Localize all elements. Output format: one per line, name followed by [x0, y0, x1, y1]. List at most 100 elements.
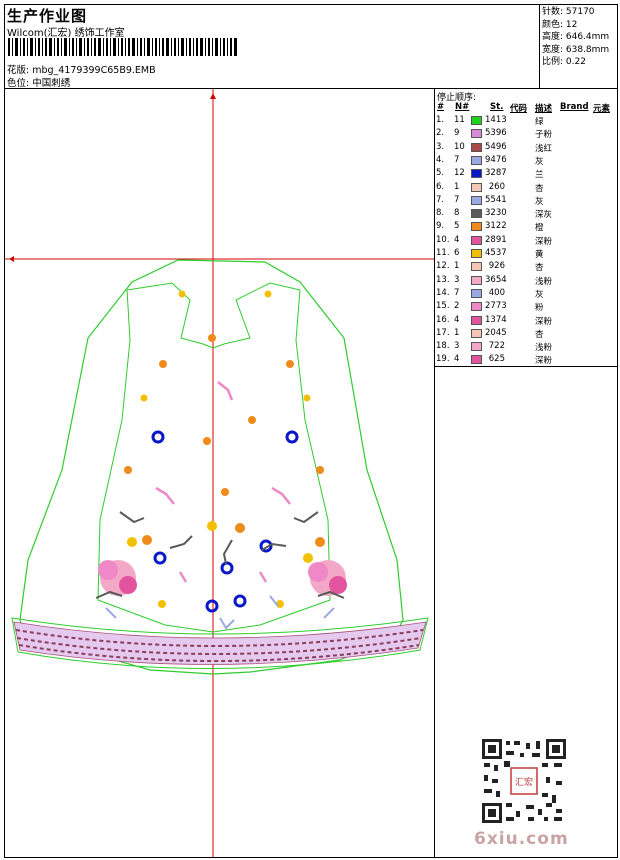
color-swatch: [471, 275, 482, 285]
row-code: 2891: [485, 234, 507, 245]
col-seq: #: [437, 102, 445, 112]
row-needle: 2: [454, 301, 460, 312]
color-swatch: [471, 355, 482, 365]
row-needle: 1: [454, 261, 460, 272]
row-seq: 2.: [436, 128, 445, 139]
row-code: 3230: [485, 208, 507, 219]
color-swatch: [471, 302, 482, 312]
row-needle: 7: [454, 154, 460, 165]
row-seq: 16.: [436, 314, 450, 325]
col-st: St.: [490, 102, 504, 112]
col-code: 代码: [510, 104, 528, 114]
qr-badge-text: 汇宏: [515, 776, 533, 788]
stats-panel: 针数: 57170 颜色: 12 高度: 646.4mm 宽度: 638.8mm…: [542, 6, 609, 69]
studio-name: Wilcom(汇宏) 绣饰工作室: [7, 28, 125, 39]
row-seq: 11.: [436, 248, 450, 258]
col-brand: Brand: [560, 102, 589, 112]
row-needle: 1: [454, 181, 460, 192]
row-desc: 深灰: [535, 210, 553, 221]
row-needle: 7: [454, 287, 460, 298]
row-desc: 深粉: [535, 316, 553, 327]
row-needle: 7: [454, 194, 460, 205]
legend-row: 7. 7 5541 灰: [436, 195, 616, 208]
row-desc: 杏: [535, 263, 544, 274]
row-seq: 8.: [436, 208, 445, 219]
large-pink-flower-right: [308, 560, 347, 596]
row-code: 2773: [485, 301, 507, 312]
row-seq: 12.: [436, 261, 450, 272]
legend-row: 15. 2 2773 粉: [436, 301, 616, 314]
legend-row: 6. 1 260 杏: [436, 182, 616, 195]
row-seq: 5.: [436, 168, 445, 179]
row-seq: 13.: [436, 274, 450, 285]
color-swatch: [471, 182, 482, 192]
row-seq: 14.: [436, 287, 450, 298]
row-seq: 19.: [436, 354, 450, 365]
row-needle: 3: [454, 341, 460, 352]
row-needle: 4: [454, 314, 460, 325]
color-swatch: [471, 315, 482, 325]
row-needle: 5: [454, 221, 460, 232]
row-needle: 10: [454, 141, 465, 152]
site-watermark: 6xiu.com: [474, 829, 569, 849]
row-needle: 12: [454, 168, 465, 179]
legend-row: 8. 8 3230 深灰: [436, 208, 616, 221]
legend-row: 2. 9 5396 子粉: [436, 128, 616, 141]
row-desc: 子粉: [535, 130, 553, 141]
qr-code: 汇宏: [480, 737, 568, 825]
col-element: 元素: [593, 104, 611, 114]
row-needle: 6: [454, 248, 460, 258]
row-desc: 深粉: [535, 356, 553, 367]
color-swatch: [471, 142, 482, 152]
row-desc: 兰: [535, 170, 544, 181]
row-needle: 4: [454, 354, 460, 365]
legend-row: 12. 1 926 杏: [436, 261, 616, 274]
row-seq: 6.: [436, 181, 445, 192]
sheet-title: 生产作业图: [7, 7, 88, 25]
color-scheme-label: 色位: 中国刺绣: [7, 78, 71, 89]
design-preview: [5, 89, 434, 857]
color-swatch: [471, 129, 482, 139]
row-desc: 浅粉: [535, 276, 553, 287]
row-seq: 4.: [436, 154, 445, 165]
row-code: 1374: [485, 314, 507, 325]
row-desc: 绿: [535, 117, 544, 127]
row-desc: 灰: [535, 196, 544, 207]
sidebar-divider: [434, 88, 435, 858]
row-desc: 橙: [535, 223, 544, 234]
design-file-label: 花版: mbg_4179399C65B9.EMB: [7, 65, 156, 76]
stitch-count: 针数: 57170: [542, 7, 595, 17]
row-seq: 18.: [436, 341, 450, 352]
design-width: 宽度: 638.8mm: [542, 44, 610, 55]
row-needle: 4: [454, 234, 460, 245]
row-code: 5396: [485, 128, 507, 139]
row-seq: 3.: [436, 141, 445, 152]
row-code: 9476: [485, 154, 507, 165]
row-desc: 深粉: [535, 236, 553, 247]
row-seq: 9.: [436, 221, 445, 232]
row-code: 3287: [485, 168, 507, 179]
row-code: 625: [488, 354, 505, 365]
color-count: 颜色: 12: [542, 19, 578, 30]
row-code: 926: [488, 261, 505, 272]
row-code: 3122: [485, 221, 507, 232]
color-swatch: [471, 169, 482, 179]
legend-row: 5. 12 3287 兰: [436, 168, 616, 181]
legend-row: 13. 3 3654 浅粉: [436, 275, 616, 288]
legend-row: 14. 7 400 灰: [436, 288, 616, 301]
row-code: 260: [488, 181, 505, 192]
color-swatch: [471, 155, 482, 165]
legend-row: 10. 4 2891 深粉: [436, 235, 616, 248]
stats-divider: [539, 4, 540, 88]
row-desc: 粉: [535, 303, 544, 314]
color-swatch: [471, 342, 482, 352]
color-swatch: [471, 209, 482, 219]
row-seq: 10.: [436, 234, 450, 245]
design-scale: 比例: 0.22: [542, 57, 586, 68]
legend-row: 9. 5 3122 橙: [436, 221, 616, 234]
legend-row: 19. 4 625 深粉: [436, 354, 616, 367]
row-desc: 浅粉: [535, 343, 553, 354]
lavender-sprigs: [105, 595, 335, 630]
color-swatch: [471, 235, 482, 245]
pink-sprigs: [155, 381, 291, 583]
